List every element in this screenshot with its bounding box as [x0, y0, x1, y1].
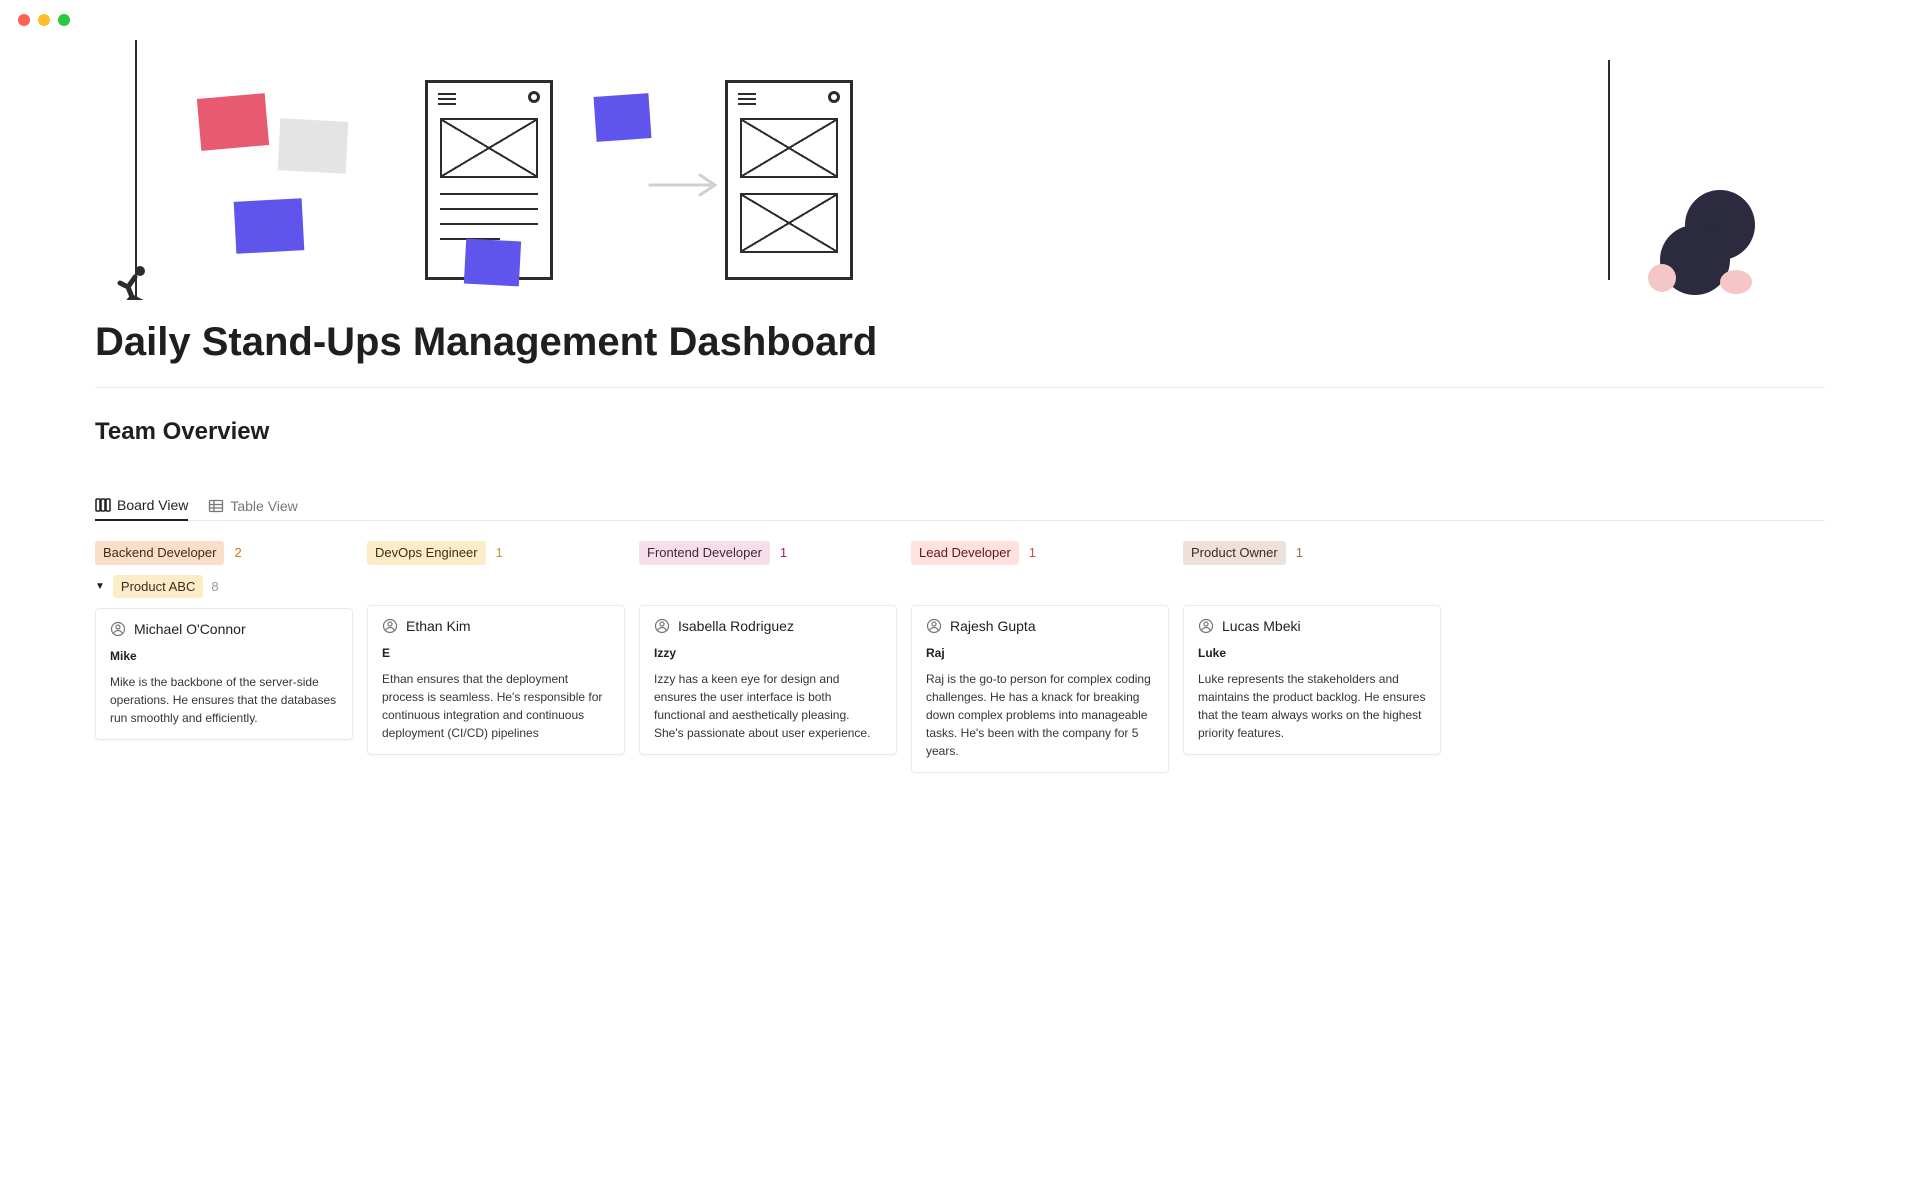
card-nickname: Luke	[1198, 646, 1426, 660]
arrow-right-icon	[645, 170, 725, 200]
column-count: 1	[1296, 545, 1303, 560]
card-person-name: Lucas Mbeki	[1222, 618, 1301, 634]
person-icon	[110, 621, 126, 637]
minimize-window-icon[interactable]	[38, 14, 50, 26]
person-card[interactable]: Lucas Mbeki Luke Luke represents the stake…	[1183, 605, 1441, 755]
card-nickname: Mike	[110, 649, 338, 663]
column-count: 1	[496, 545, 503, 560]
maximize-window-icon[interactable]	[58, 14, 70, 26]
divider	[95, 387, 1825, 388]
card-description: Luke represents the stakeholders and mai…	[1198, 670, 1426, 742]
tab-label: Board View	[117, 497, 188, 513]
board-column: Product Owner 1 Lucas Mbeki Luke Luke repres…	[1183, 541, 1441, 773]
view-tabs: Board View Table View	[95, 491, 1825, 521]
group-row[interactable]: ▼ Product ABC 8	[95, 575, 353, 599]
board-column: Lead Developer 1 Rajesh Gupta Raj Raj is the…	[911, 541, 1169, 773]
column-role-tag: Lead Developer	[911, 541, 1019, 565]
column-count: 1	[1029, 545, 1036, 560]
person-card[interactable]: Michael O'Connor Mike Mike is the backbone…	[95, 608, 353, 740]
card-description: Izzy has a keen eye for design and ensur…	[654, 670, 882, 742]
column-count: 2	[234, 545, 241, 560]
person-icon	[926, 618, 942, 634]
person-icon	[1198, 618, 1214, 634]
column-header[interactable]: Backend Developer 2	[95, 541, 353, 565]
cover-image	[95, 40, 1825, 300]
card-description: Raj is the go-to person for complex codi…	[926, 670, 1154, 760]
card-person-name: Rajesh Gupta	[950, 618, 1036, 634]
collapse-toggle-icon[interactable]: ▼	[95, 581, 105, 592]
person-icon	[382, 618, 398, 634]
section-title: Team Overview	[95, 418, 1825, 446]
column-count: 1	[780, 545, 787, 560]
card-person-name: Michael O'Connor	[134, 621, 246, 637]
card-title-row: Ethan Kim	[382, 618, 610, 634]
board-column: Backend Developer 2 ▼ Product ABC 8 Michael O…	[95, 541, 353, 773]
running-person-icon	[110, 265, 156, 300]
person-card[interactable]: Ethan Kim E Ethan ensures that the deploym…	[367, 605, 625, 755]
person-icon	[654, 618, 670, 634]
card-description: Ethan ensures that the deployment proces…	[382, 670, 610, 742]
board-column: Frontend Developer 1 Isabella Rodriguez Izz…	[639, 541, 897, 773]
group-count: 8	[211, 579, 218, 594]
table-icon	[208, 498, 224, 514]
column-role-tag: Backend Developer	[95, 541, 224, 565]
board-column: DevOps Engineer 1 Ethan Kim E Ethan ensures …	[367, 541, 625, 773]
close-window-icon[interactable]	[18, 14, 30, 26]
person-card[interactable]: Isabella Rodriguez Izzy Izzy has a keen ey…	[639, 605, 897, 755]
avatar-blobs-icon	[1630, 190, 1770, 300]
tab-board-view[interactable]: Board View	[95, 491, 188, 521]
column-header[interactable]: DevOps Engineer 1	[367, 541, 625, 565]
tab-table-view[interactable]: Table View	[208, 491, 297, 520]
column-role-tag: Frontend Developer	[639, 541, 770, 565]
card-description: Mike is the backbone of the server-side …	[110, 673, 338, 727]
card-person-name: Isabella Rodriguez	[678, 618, 794, 634]
page-title: Daily Stand-Ups Management Dashboard	[95, 320, 1825, 365]
column-header[interactable]: Lead Developer 1	[911, 541, 1169, 565]
card-nickname: Izzy	[654, 646, 882, 660]
card-person-name: Ethan Kim	[406, 618, 471, 634]
card-title-row: Lucas Mbeki	[1198, 618, 1426, 634]
card-title-row: Isabella Rodriguez	[654, 618, 882, 634]
card-title-row: Rajesh Gupta	[926, 618, 1154, 634]
person-card[interactable]: Rajesh Gupta Raj Raj is the go-to person f…	[911, 605, 1169, 773]
card-nickname: E	[382, 646, 610, 660]
board-columns: Backend Developer 2 ▼ Product ABC 8 Michael O…	[95, 541, 1825, 773]
board-icon	[95, 497, 111, 513]
tab-label: Table View	[230, 498, 297, 514]
card-title-row: Michael O'Connor	[110, 621, 338, 637]
group-tag: Product ABC	[113, 575, 203, 599]
card-nickname: Raj	[926, 646, 1154, 660]
column-role-tag: DevOps Engineer	[367, 541, 486, 565]
column-header[interactable]: Frontend Developer 1	[639, 541, 897, 565]
window-controls	[0, 0, 1920, 40]
column-header[interactable]: Product Owner 1	[1183, 541, 1441, 565]
column-role-tag: Product Owner	[1183, 541, 1286, 565]
